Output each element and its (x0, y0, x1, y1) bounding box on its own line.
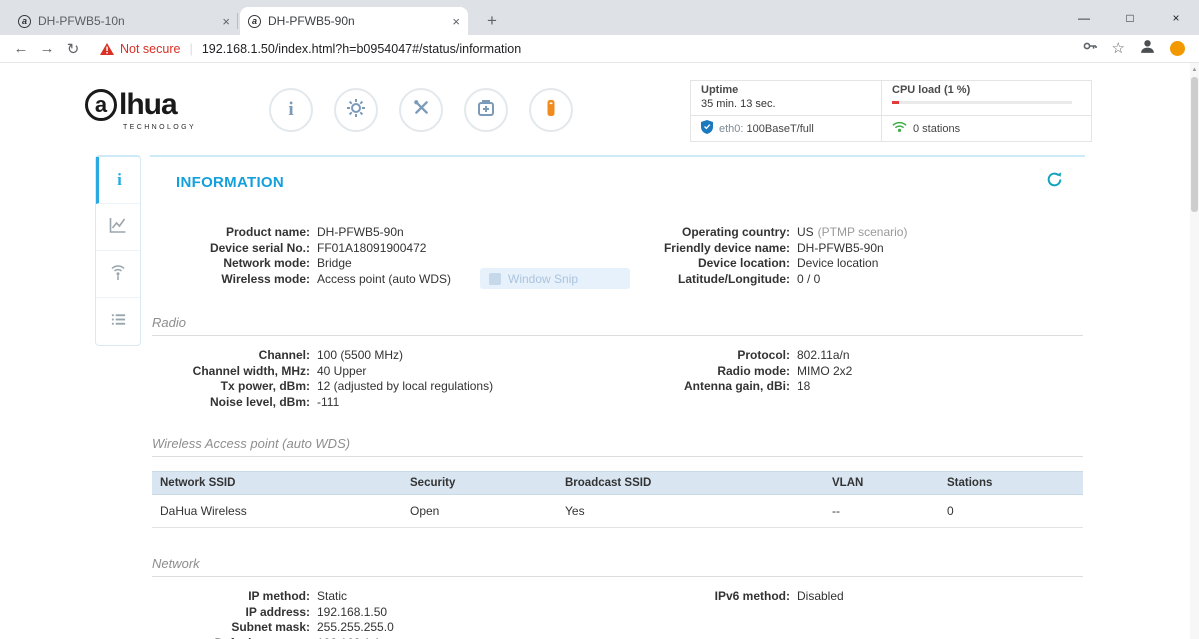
field-row: Noise level, dBm:-111 (150, 395, 620, 411)
field-row: Protocol:802.11a/n (620, 348, 1085, 364)
field-row: Latitude/Longitude:0 / 0 (620, 272, 1085, 288)
bookmark-star-icon[interactable]: ☆ (1112, 41, 1125, 56)
information-fields: Product name:DH-PFWB5-90n Device serial … (150, 225, 1085, 287)
toolbox-plus-icon (476, 98, 496, 123)
sidebar-item-information[interactable]: i (96, 157, 140, 204)
browser-tab-1[interactable]: a DH-PFWB5-10n × (10, 7, 238, 35)
window-controls: — □ × (1061, 0, 1199, 35)
cpu-load-bar-fill (892, 101, 899, 104)
tab-close-icon[interactable]: × (452, 15, 460, 28)
field-row: Default gateway:192.168.1.1 (150, 636, 620, 639)
info-icon: i (117, 170, 122, 190)
ssid-table: Network SSID Security Broadcast SSID VLA… (152, 471, 1083, 528)
stations-status-cell: 0 stations (881, 115, 1091, 141)
not-secure-warning-icon (100, 43, 114, 55)
tools-icon (412, 98, 431, 122)
field-row: Wireless mode:Access point (auto WDS) (150, 272, 620, 288)
gear-icon (346, 98, 366, 123)
section-title-radio: Radio (152, 315, 1083, 330)
section-divider (152, 335, 1083, 336)
logo-a-mark: a (85, 89, 117, 121)
dahua-favicon-icon: a (18, 15, 31, 28)
section-title-network: Network (152, 556, 1083, 571)
dahua-logo: a lhua TECHNOLOGY (85, 88, 215, 131)
field-row: Channel:100 (5500 MHz) (150, 348, 620, 364)
wifi-icon (892, 121, 907, 136)
shield-icon (701, 120, 713, 137)
back-button[interactable]: ← (8, 40, 34, 57)
field-row: Device serial No.:FF01A18091900472 (150, 241, 620, 257)
sidebar-item-wireless[interactable] (96, 251, 140, 298)
sidebar-item-routes[interactable] (96, 298, 140, 345)
firmware-device-icon (541, 98, 561, 123)
uptime-cell: Uptime 35 min. 13 sec. (691, 81, 881, 115)
nav-status-button[interactable]: i (269, 88, 313, 132)
browser-tab-2-active[interactable]: a DH-PFWB5-90n × (240, 7, 468, 35)
scrollbar-thumb[interactable] (1191, 77, 1198, 212)
logo-subtitle: TECHNOLOGY (123, 124, 215, 131)
scrollbar-up-arrow[interactable]: ▲ (1190, 63, 1199, 76)
nav-maintenance-button[interactable] (464, 88, 508, 132)
section-title-wireless: Wireless Access point (auto WDS) (152, 436, 1083, 451)
field-row: Subnet mask:255.255.255.0 (150, 620, 620, 636)
sidebar-item-statistics[interactable] (96, 204, 140, 251)
cpu-load-bar (892, 101, 1072, 104)
new-tab-button[interactable]: + (478, 7, 506, 35)
window-minimize-button[interactable]: — (1061, 0, 1107, 35)
window-close-button[interactable]: × (1153, 0, 1199, 35)
status-sidebar: i (95, 155, 141, 346)
field-row: Device location:Device location (620, 256, 1085, 272)
tab-close-icon[interactable]: × (222, 15, 230, 28)
dahua-favicon-icon: a (248, 15, 261, 28)
cpu-load-cell: CPU load (1 %) (881, 81, 1091, 115)
information-panel: INFORMATION Product name:DH-PFWB5-90n De… (150, 155, 1085, 639)
field-row: IP address:192.168.1.50 (150, 605, 620, 621)
field-row: Tx power, dBm:12 (adjusted by local regu… (150, 379, 620, 395)
field-row: IPv6 method:Disabled (620, 589, 1085, 605)
device-web-page: a lhua TECHNOLOGY i Uptime 35 min. 13 se… (0, 63, 1199, 639)
browser-toolbar: ← → ↻ Not secure | 192.168.1.50/index.ht… (0, 35, 1199, 63)
reload-button[interactable]: ↻ (60, 40, 86, 58)
field-row: Operating country:US(PTMP scenario) (620, 225, 1085, 241)
page-scrollbar[interactable]: ▲ (1190, 63, 1199, 639)
list-icon (110, 311, 127, 333)
field-row: Friendly device name:DH-PFWB5-90n (620, 241, 1085, 257)
profile-avatar-icon[interactable] (1139, 38, 1156, 60)
nav-firmware-button[interactable] (529, 88, 573, 132)
table-row: DaHua Wireless Open Yes -- 0 (152, 495, 1083, 528)
wireless-antenna-icon (109, 263, 127, 286)
url-text[interactable]: 192.168.1.50/index.html?h=b0954047#/stat… (202, 42, 521, 56)
refresh-icon[interactable] (1046, 171, 1063, 193)
device-status-panel: Uptime 35 min. 13 sec. CPU load (1 %) et… (690, 80, 1092, 142)
password-key-icon[interactable] (1082, 38, 1098, 59)
tab-title: DH-PFWB5-90n (268, 14, 446, 28)
chart-icon (109, 216, 127, 239)
section-divider (152, 456, 1083, 457)
field-row: Radio mode:MIMO 2x2 (620, 364, 1085, 380)
toolbar-icons: ☆ (1082, 38, 1185, 60)
network-fields: IP method:Static IP address:192.168.1.50… (150, 589, 1085, 639)
field-row: IP method:Static (150, 589, 620, 605)
section-divider (152, 576, 1083, 577)
uptime-value: 35 min. 13 sec. (701, 98, 871, 110)
address-separator: | (189, 41, 192, 56)
window-maximize-button[interactable]: □ (1107, 0, 1153, 35)
tab-strip: a DH-PFWB5-10n × a DH-PFWB5-90n × + — □ … (0, 0, 1199, 35)
nav-settings-button[interactable] (334, 88, 378, 132)
info-icon: i (288, 99, 293, 121)
address-bar[interactable]: Not secure | 192.168.1.50/index.html?h=b… (100, 41, 1082, 56)
tab-title: DH-PFWB5-10n (38, 14, 216, 28)
field-row: Antenna gain, dBi:18 (620, 379, 1085, 395)
browser-menu-update-icon[interactable] (1170, 41, 1185, 56)
ethernet-status-cell: eth0: 100BaseT/full (691, 115, 881, 141)
field-row: Product name:DH-PFWB5-90n (150, 225, 620, 241)
nav-tools-button[interactable] (399, 88, 443, 132)
radio-fields: Channel:100 (5500 MHz) Channel width, MH… (150, 348, 1085, 410)
page-title: INFORMATION (176, 174, 284, 191)
field-row: Network mode:Bridge (150, 256, 620, 272)
not-secure-label[interactable]: Not secure (120, 42, 180, 56)
ssid-table-header: Network SSID Security Broadcast SSID VLA… (152, 471, 1083, 495)
field-row: Channel width, MHz:40 Upper (150, 364, 620, 380)
forward-button[interactable]: → (34, 40, 60, 57)
